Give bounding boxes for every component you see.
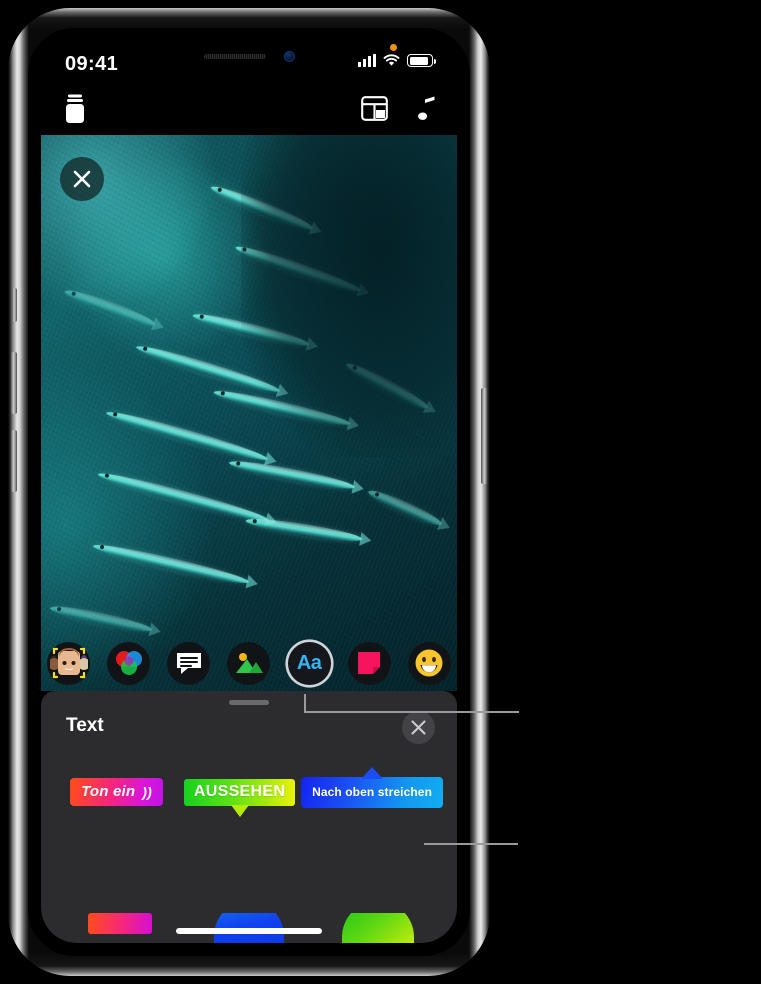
- effects-toolbar: Aa: [41, 635, 457, 691]
- badge-sound-label: Ton ein: [81, 783, 136, 800]
- text-style-option-pink[interactable]: [55, 913, 184, 943]
- volume-down-button[interactable]: [11, 430, 17, 492]
- effect-button-photos[interactable]: [227, 641, 271, 685]
- text-aa-icon: Aa: [296, 651, 322, 674]
- app-drawer-icon[interactable]: [361, 95, 388, 126]
- emoji-icon: [415, 649, 443, 677]
- chip-green: [342, 913, 415, 943]
- topbar-actions: [361, 95, 437, 126]
- badge-swipe-label: Nach oben streichen: [301, 776, 443, 808]
- effect-button-stickers[interactable]: [347, 641, 391, 685]
- status-time: 09:41: [65, 53, 119, 75]
- sheet-grabber-handle[interactable]: [229, 700, 269, 705]
- sticker-icon: [358, 652, 381, 674]
- close-sheet-button[interactable]: [402, 711, 435, 744]
- effect-button-text[interactable]: Aa: [287, 641, 331, 685]
- close-icon: [73, 170, 91, 188]
- screen-bezel: 09:41 Aa Text Ton ein)) AUSSEHEN Nach o…: [28, 28, 470, 956]
- phone-frame: 09:41 Aa Text Ton ein)) AUSSEHEN Nach o…: [8, 8, 490, 976]
- text-style-option-swipe-up[interactable]: Nach oben streichen: [301, 763, 443, 821]
- effect-button-memoji[interactable]: [47, 641, 90, 685]
- status-indicators: [358, 54, 436, 67]
- text-style-option-bubble[interactable]: AUSSEHEN: [178, 763, 301, 821]
- home-indicator[interactable]: [176, 928, 322, 934]
- music-note-icon[interactable]: [418, 95, 437, 126]
- front-camera-icon: [283, 50, 295, 62]
- callout-leader-line-2-horizontal: [424, 843, 518, 845]
- color-filters-icon: [115, 651, 142, 675]
- text-style-option-sound[interactable]: Ton ein )): [55, 763, 178, 821]
- effect-button-emoji[interactable]: [407, 641, 451, 685]
- side-power-button[interactable]: [481, 388, 487, 484]
- sheet-title: Text: [66, 715, 104, 736]
- notch: [156, 41, 342, 71]
- badge-swipe-wrap: Nach oben streichen: [301, 766, 443, 808]
- callout-leader-line-1-horizontal: [304, 711, 519, 713]
- callout-leader-line-1-vertical: [304, 694, 306, 712]
- sound-wave-icon: )): [142, 783, 152, 800]
- chip-pink: [87, 913, 152, 934]
- close-icon: [411, 720, 426, 735]
- effect-button-filters[interactable]: [107, 641, 151, 685]
- battery-icon: [407, 54, 436, 67]
- close-photo-button[interactable]: [60, 157, 104, 201]
- volume-up-button[interactable]: [11, 352, 17, 414]
- microphone-in-use-icon: [390, 44, 397, 51]
- arrow-up-icon: [361, 766, 384, 779]
- text-style-grid: Ton ein )) AUSSEHEN Nach oben streichen: [41, 763, 457, 821]
- text-style-option-green[interactable]: [314, 913, 443, 943]
- media-preview[interactable]: Aa: [41, 135, 457, 691]
- effect-button-labels[interactable]: [167, 641, 211, 685]
- phone-screen: 09:41 Aa Text Ton ein)) AUSSEHEN Nach o…: [41, 41, 457, 943]
- wifi-icon: [383, 54, 400, 66]
- cellular-bars-icon: [358, 54, 376, 67]
- badge-bubble-wrap: AUSSEHEN: [183, 778, 296, 817]
- memoji-icon: [49, 647, 88, 679]
- photo-underwater-fish: [41, 135, 457, 691]
- photo-library-icon: [235, 653, 263, 673]
- camera-roll-icon[interactable]: [62, 93, 88, 130]
- silent-switch-button[interactable]: [12, 288, 17, 322]
- bubble-tail-icon: [230, 804, 249, 817]
- app-topbar: [41, 89, 457, 135]
- earpiece-speaker-icon: [203, 53, 266, 59]
- badge-sound: Ton ein )): [70, 778, 163, 806]
- text-styles-sheet: Text Ton ein )) AUSSEHEN Nach oben strei…: [41, 691, 457, 943]
- badge-bubble-label: AUSSEHEN: [183, 778, 296, 806]
- speech-bubble-icon: [176, 653, 201, 674]
